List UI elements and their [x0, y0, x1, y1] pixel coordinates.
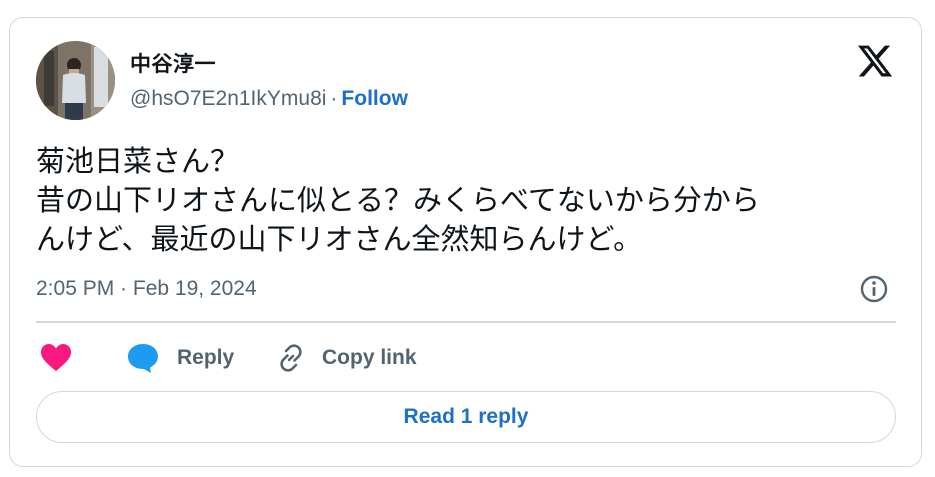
copy-link-button[interactable]: Copy link	[276, 338, 417, 378]
reply-bubble-icon	[128, 344, 158, 373]
follow-button[interactable]: Follow	[341, 87, 408, 110]
timestamp[interactable]: 2:05 PM · Feb 19, 2024	[36, 277, 257, 301]
tweet-text-line: 菊池日菜さん？	[36, 146, 240, 178]
read-replies-button[interactable]: Read 1 reply	[36, 391, 896, 443]
display-name[interactable]: 中谷淳一	[130, 48, 216, 78]
divider	[36, 321, 896, 323]
handle-separator: ·	[330, 87, 338, 110]
user-handle[interactable]: @hsO7E2n1IkYmu8i	[130, 87, 326, 110]
avatar[interactable]	[36, 41, 115, 120]
handle-row: @hsO7E2n1IkYmu8i · Follow	[130, 87, 408, 111]
reply-label: Reply	[177, 346, 235, 369]
tweet-text-line: んけど、最近の山下リオさん全然知らんけど。	[36, 224, 643, 256]
copy-link-label: Copy link	[322, 346, 417, 369]
link-icon	[280, 344, 302, 372]
heart-icon[interactable]	[40, 343, 72, 373]
x-logo-icon[interactable]	[856, 42, 894, 80]
tweet-text: 菊池日菜さん？ 昔の山下リオさんに似とる？みくらべてないから分から んけど、最近…	[36, 143, 896, 260]
tweet-card: 中谷淳一 @hsO7E2n1IkYmu8i · Follow 菊池日菜さん？ 昔の山…	[9, 17, 922, 467]
tweet-text-line: 昔の山下リオさんに似とる？みくらべてないから分から	[36, 185, 760, 217]
action-bar: Reply Copy link	[36, 338, 896, 378]
info-icon[interactable]	[859, 274, 889, 304]
reply-button[interactable]: Reply	[126, 338, 234, 378]
